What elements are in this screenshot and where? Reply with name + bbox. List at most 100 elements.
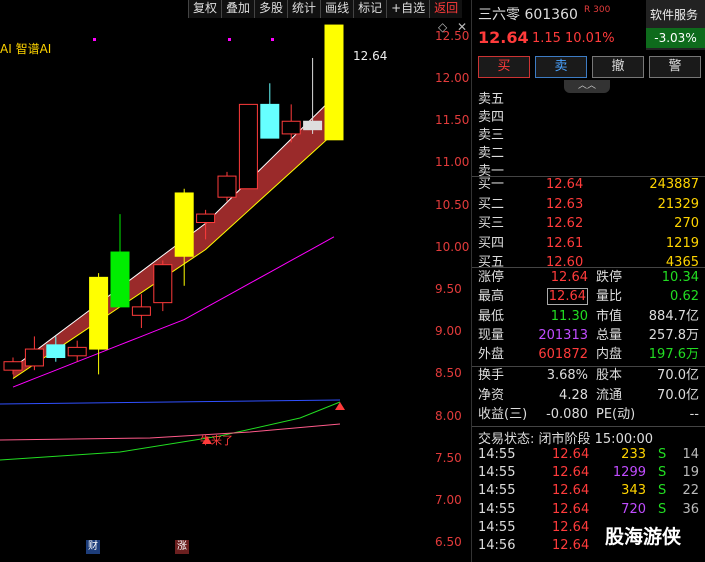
tick-count: 22 xyxy=(682,483,699,499)
indicator-label[interactable]: AI 智谱AI xyxy=(0,40,51,57)
y-tick-label: 8.50 xyxy=(435,366,462,381)
bid-price: 12.63 xyxy=(546,196,584,212)
sector-box[interactable]: 软件服务 -3.03% xyxy=(646,0,705,50)
stat-value: 12.64 xyxy=(524,268,588,287)
bid-label: 买三 xyxy=(478,216,505,231)
tick-price: 12.64 xyxy=(552,447,590,462)
candle-body[interactable] xyxy=(131,306,151,316)
bid-row[interactable]: 买四 12.61 1219 xyxy=(472,235,705,253)
toolbar-mark-button[interactable]: 标记 xyxy=(353,0,387,18)
tick-count: 14 xyxy=(682,447,699,462)
candle-body[interactable] xyxy=(324,24,344,141)
candle-body[interactable] xyxy=(89,276,109,350)
bid-price: 12.62 xyxy=(546,216,584,231)
y-tick-label: 7.50 xyxy=(435,450,462,465)
toolbar-add-watchlist-button[interactable]: +自选 xyxy=(386,0,430,18)
tick-side: S xyxy=(658,483,667,499)
price-change: 1.15 xyxy=(532,31,561,46)
ask-row[interactable]: 卖五 xyxy=(472,91,705,109)
tick-row[interactable]: 14:55 12.64 233 S 14 xyxy=(472,446,705,464)
candle-body[interactable] xyxy=(24,348,44,367)
candle-body[interactable] xyxy=(110,251,130,308)
tick-price: 12.64 xyxy=(552,465,590,481)
candle-body[interactable] xyxy=(46,344,66,358)
candle-body[interactable] xyxy=(303,120,323,131)
stock-title[interactable]: 三六零 601360 xyxy=(478,4,578,24)
limit-up-marker-icon[interactable]: 涨 xyxy=(175,540,189,554)
candle-body[interactable] xyxy=(174,192,194,257)
bid-row[interactable]: 买一 12.64 243887 xyxy=(472,176,705,194)
ma-green-line xyxy=(0,401,341,461)
signal-dot xyxy=(228,38,231,41)
stat-label: 总量 xyxy=(596,327,623,343)
stat-label: 量比 xyxy=(596,289,623,305)
toolbar-back-button[interactable]: 返回 xyxy=(429,0,463,18)
bid-row[interactable]: 买三 12.62 270 xyxy=(472,215,705,233)
candle-body[interactable] xyxy=(217,175,237,198)
trade-status: 交易状态: 闭市阶段 15:00:00 xyxy=(478,432,654,447)
candle-body[interactable] xyxy=(238,103,258,190)
stat-value-text: 12.64 xyxy=(546,288,588,306)
candle-body[interactable] xyxy=(196,213,216,223)
bid-label: 买一 xyxy=(478,177,505,192)
stats-row: 现量 201313 总量 257.8万 xyxy=(472,326,705,345)
alert-button[interactable]: 警 xyxy=(649,56,701,78)
signal-annotation: 牛来了 xyxy=(200,434,233,447)
tick-volume: 720 xyxy=(621,501,646,517)
ma-band xyxy=(13,96,334,379)
stats-row: 涨停 12.64 跌停 10.34 xyxy=(472,268,705,287)
fundamentals-row: 收益(三) -0.080 PE(动) -- xyxy=(472,405,705,424)
tick-side: S xyxy=(658,465,667,481)
ask-row[interactable]: 卖四 xyxy=(472,109,705,127)
chart-toolbar: 复权 叠加 多股 统计 画线 标记 +自选 返回 xyxy=(188,0,471,18)
stats-row: 最低 11.30 市值 884.7亿 xyxy=(472,307,705,326)
fund-value: 70.0亿 xyxy=(657,387,699,403)
watermark: 股海游侠 xyxy=(605,526,682,548)
sell-button[interactable]: 卖 xyxy=(535,56,587,78)
toolbar-draw-line-button[interactable]: 画线 xyxy=(320,0,354,18)
tick-count: 36 xyxy=(682,501,699,517)
kline-chart[interactable] xyxy=(0,0,471,562)
fund-label: 换手 xyxy=(478,368,505,383)
toolbar-multi-stock-button[interactable]: 多股 xyxy=(254,0,288,18)
finance-marker-icon[interactable]: 财 xyxy=(86,540,100,554)
tick-time: 14:55 xyxy=(478,519,516,535)
stat-value: 884.7亿 xyxy=(648,308,699,324)
r-badge: R 300 xyxy=(584,5,611,15)
bid-volume: 21329 xyxy=(657,196,699,212)
stat-value-text: 11.30 xyxy=(550,308,588,324)
candle-body[interactable] xyxy=(260,103,280,139)
tick-price: 12.64 xyxy=(552,483,590,499)
y-tick-label: 9.50 xyxy=(435,282,462,296)
fund-value: -0.080 xyxy=(546,407,588,422)
tick-row[interactable]: 14:55 12.64 343 S 22 xyxy=(472,482,705,500)
bid-row[interactable]: 买二 12.63 21329 xyxy=(472,196,705,214)
stat-value-text: 12.64 xyxy=(550,270,588,285)
fundamentals-row: 换手 3.68% 股本 70.0亿 xyxy=(472,366,705,385)
ask-label: 卖五 xyxy=(478,92,505,107)
tick-time: 14:55 xyxy=(478,447,516,462)
toolbar-overlay-button[interactable]: 叠加 xyxy=(221,0,255,18)
candle-body[interactable] xyxy=(153,264,173,304)
y-tick-label: 10.50 xyxy=(435,197,470,212)
buy-button[interactable]: 买 xyxy=(478,56,530,78)
cancel-order-button[interactable]: 撤 xyxy=(592,56,644,78)
toolbar-stats-button[interactable]: 统计 xyxy=(287,0,321,18)
candle-body[interactable] xyxy=(281,120,301,135)
toolbar-fuquan-button[interactable]: 复权 xyxy=(188,0,222,18)
tick-price: 12.64 xyxy=(552,501,590,517)
candle-body[interactable] xyxy=(3,361,23,371)
tick-row[interactable]: 14:55 12.64 1299 S 19 xyxy=(472,464,705,482)
y-tick-label: 11.00 xyxy=(435,155,470,170)
ma-upper-line xyxy=(12,96,335,369)
kline-chart-area[interactable]: 复权 叠加 多股 统计 画线 标记 +自选 返回 AI 智谱AI ◇ ✕ 12.… xyxy=(0,0,471,562)
tick-row[interactable]: 14:55 12.64 720 S 36 xyxy=(472,501,705,519)
tick-side: S xyxy=(658,501,667,517)
ask-row[interactable]: 卖二 xyxy=(472,145,705,163)
signal-dot xyxy=(93,38,96,41)
tick-price: 12.64 xyxy=(552,538,590,553)
fund-value: -- xyxy=(689,407,699,422)
y-tick-label: 6.50 xyxy=(435,535,462,550)
ask-row[interactable]: 卖三 xyxy=(472,127,705,145)
candle-body[interactable] xyxy=(67,346,87,357)
